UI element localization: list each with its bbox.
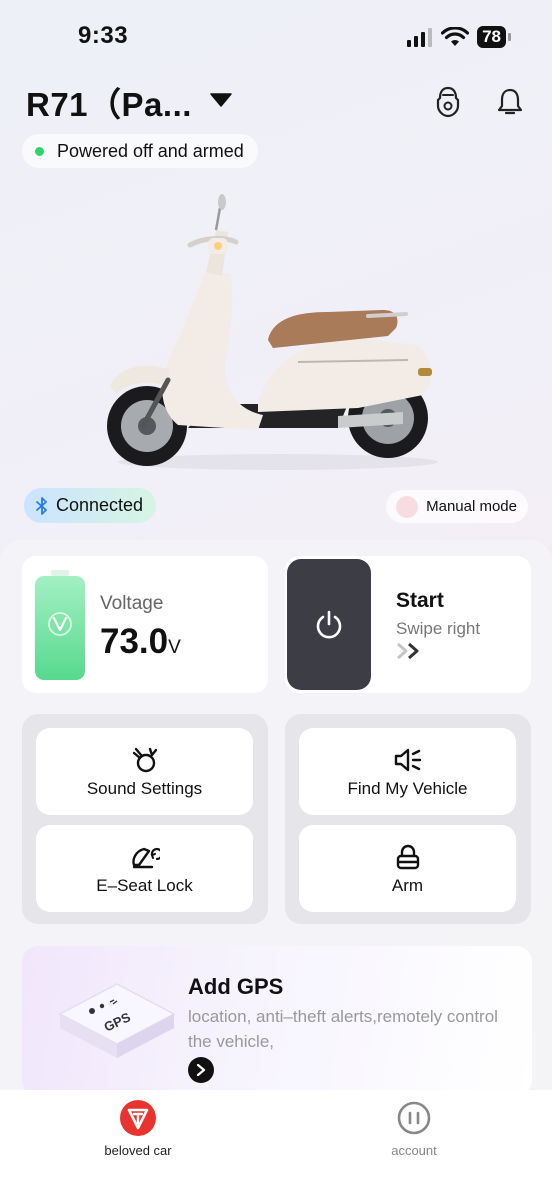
- wifi-icon: [441, 27, 470, 46]
- bottom-tab-bar: beloved car account: [0, 1090, 552, 1196]
- sound-settings-button[interactable]: Sound Settings: [36, 728, 253, 815]
- manual-mode-toggle[interactable]: Manual mode: [386, 490, 528, 523]
- chevron-right-icon: [196, 1064, 206, 1076]
- eseat-lock-button[interactable]: E–Seat Lock: [36, 825, 253, 912]
- notifications-button[interactable]: [494, 86, 526, 118]
- status-dot: [35, 146, 44, 156]
- status-bar: 9:33 78: [0, 0, 552, 72]
- header: R71（Pa...: [26, 78, 530, 123]
- actions-group-left: Sound Settings E–Seat Lock: [22, 714, 268, 924]
- voltage-card: Voltage 73.0V: [22, 556, 268, 693]
- manual-mode-label: Manual mode: [426, 498, 517, 515]
- voltage-label: Voltage: [100, 593, 164, 614]
- bell-icon: [497, 88, 523, 115]
- status-icons: 78: [407, 26, 511, 48]
- caret-down-icon[interactable]: [210, 93, 232, 107]
- gps-arrow-button[interactable]: [188, 1057, 214, 1083]
- bluetooth-icon: [36, 496, 47, 515]
- sound-settings-label: Sound Settings: [86, 778, 203, 798]
- eseat-lock-label: E–Seat Lock: [96, 875, 193, 895]
- add-gps-card[interactable]: GPS Add GPS location, anti–theft alerts,…: [22, 946, 532, 1096]
- seat-lock-icon: [131, 847, 160, 868]
- start-title: Start: [396, 589, 444, 612]
- vehicle-status-text: Powered off and armed: [57, 140, 244, 161]
- account-icon: [397, 1101, 431, 1135]
- power-icon: [316, 610, 342, 638]
- signal-icon: [407, 28, 433, 47]
- vehicle-name[interactable]: R71（Pa...: [26, 78, 192, 126]
- gps-title: Add GPS: [188, 974, 284, 999]
- scooter-image: [107, 194, 438, 470]
- voltage-unit: V: [168, 637, 181, 658]
- connection-badge[interactable]: Connected: [24, 488, 157, 523]
- find-my-vehicle-label: Find My Vehicle: [347, 778, 468, 798]
- gps-description: location, anti–theft alerts,remotely con…: [188, 1007, 498, 1051]
- brand-logo-icon: [120, 1100, 156, 1136]
- battery-indicator: 78: [477, 26, 511, 48]
- scooter-outline-icon: [436, 86, 460, 118]
- find-my-vehicle-button[interactable]: Find My Vehicle: [299, 728, 516, 815]
- vehicle-select-button[interactable]: [432, 86, 464, 118]
- connection-label: Connected: [56, 495, 144, 515]
- status-time: 9:33: [78, 22, 129, 49]
- speaker-icon: [394, 748, 421, 771]
- voltage-value: 73.0V: [100, 622, 181, 662]
- arm-button[interactable]: Arm: [299, 825, 516, 912]
- arm-label: Arm: [391, 875, 424, 895]
- tab-beloved-car[interactable]: beloved car: [58, 1090, 218, 1158]
- swipe-start-handle[interactable]: [287, 559, 371, 690]
- lock-icon: [396, 844, 419, 869]
- battery-level-icon: [35, 570, 85, 680]
- vehicle-status-badge: Powered off and armed: [22, 134, 258, 168]
- tab-beloved-car-label: beloved car: [104, 1143, 172, 1158]
- tab-account[interactable]: account: [334, 1090, 494, 1158]
- start-card[interactable]: Start Swipe right: [285, 556, 531, 693]
- tab-account-label: account: [391, 1143, 437, 1158]
- actions-group-right: Find My Vehicle Arm: [285, 714, 531, 924]
- gps-device-graphic: GPS: [58, 983, 176, 1058]
- manual-mode-switch[interactable]: [396, 495, 419, 518]
- voltage-number: 73.0: [100, 622, 169, 661]
- chevrons-right-icon: [397, 643, 419, 659]
- sound-icon: [132, 747, 157, 772]
- start-subtitle: Swipe right: [396, 619, 481, 638]
